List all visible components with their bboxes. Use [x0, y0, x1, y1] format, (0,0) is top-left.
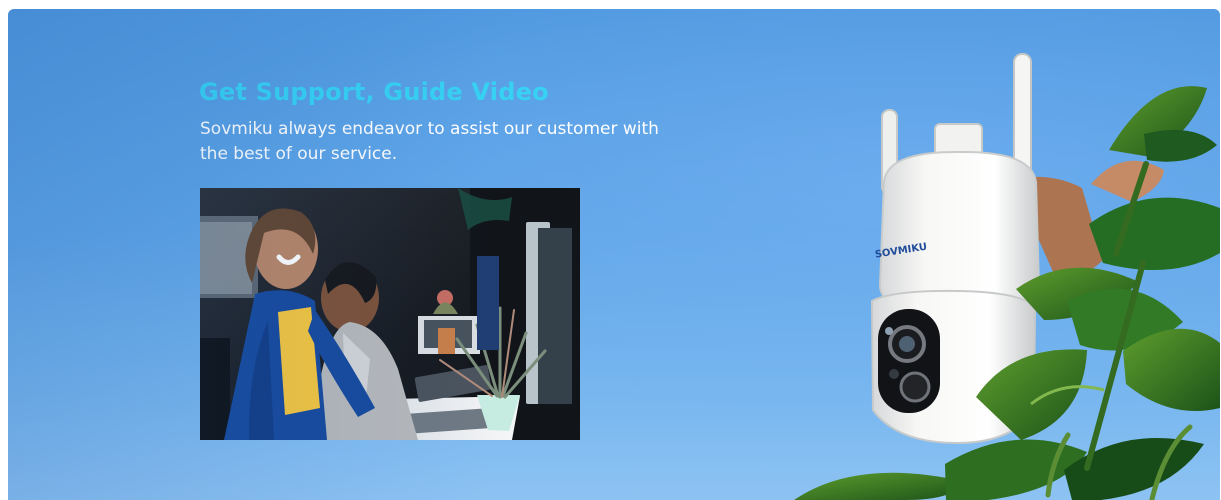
- office-illustration: [200, 188, 580, 440]
- camera-illustration: SOVMIKU: [794, 53, 1220, 500]
- support-description: Sovmiku always endeavor to assist our cu…: [200, 119, 659, 164]
- support-team-photo: [200, 188, 580, 440]
- support-headline: Get Support, Guide Video: [199, 78, 549, 106]
- support-banner: Get Support, Guide Video Sovmiku always …: [8, 9, 1220, 500]
- security-camera-photo: SOVMIKU: [786, 44, 1220, 500]
